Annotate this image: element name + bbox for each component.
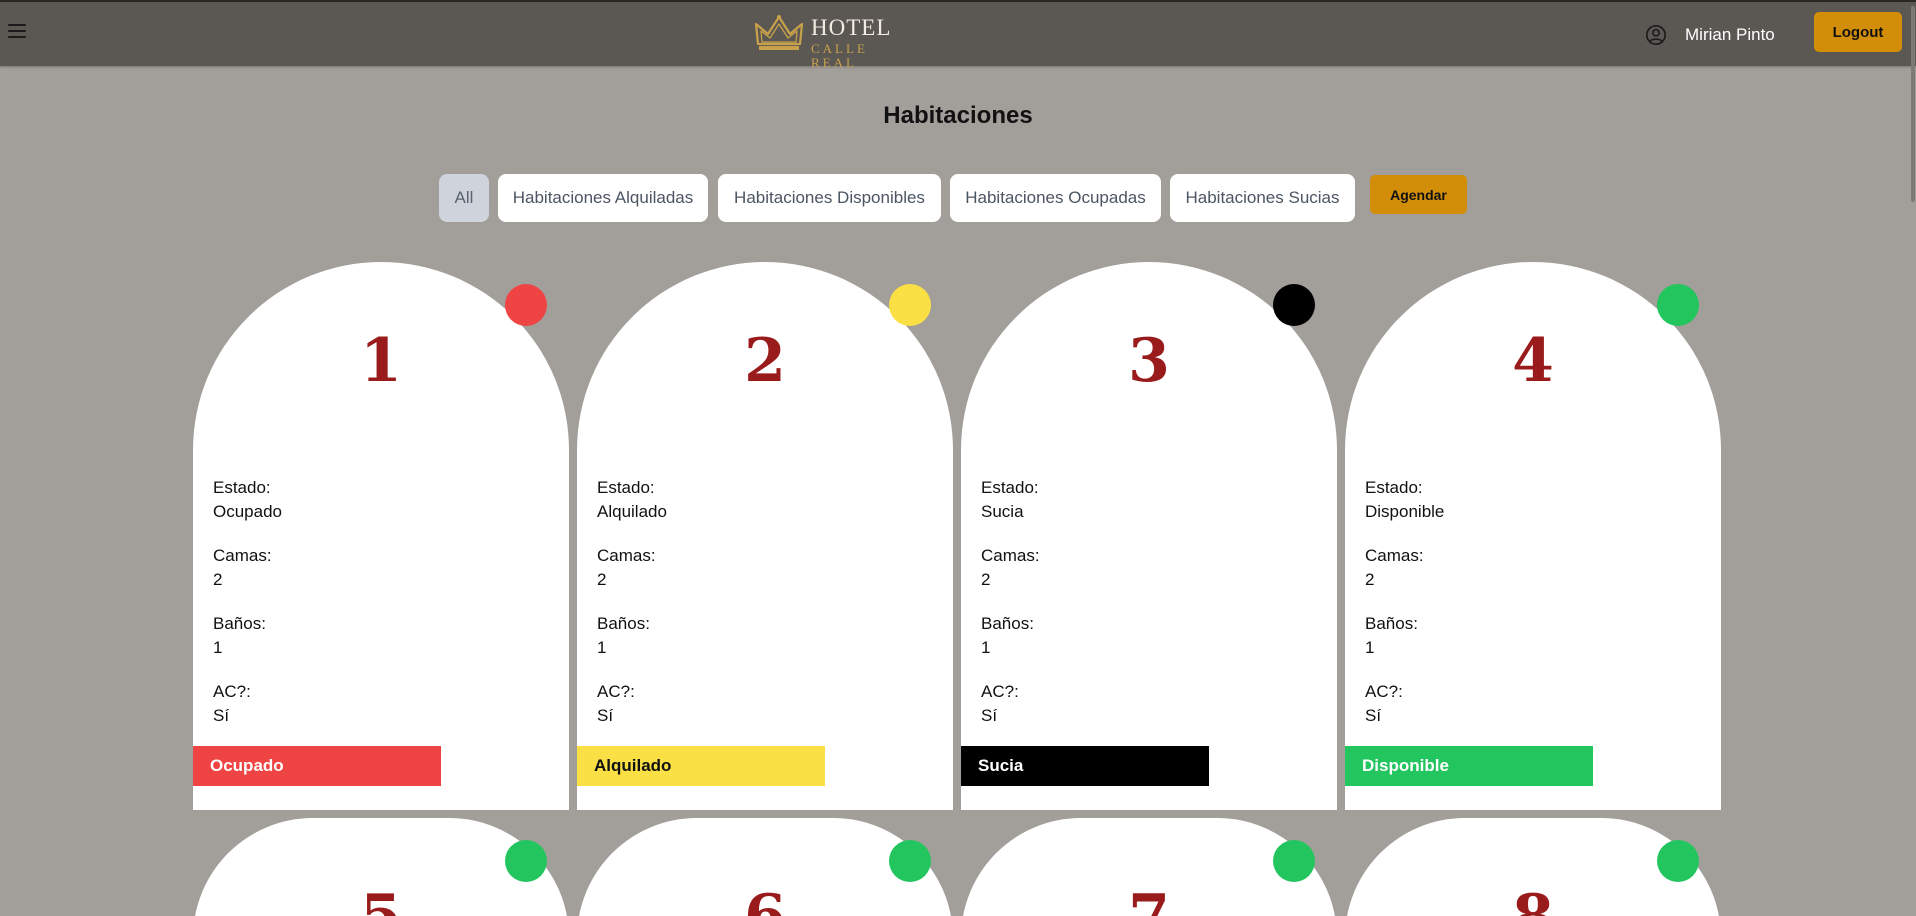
camas-value: 2 [213,570,223,589]
filter-alquiladas-button[interactable]: Habitaciones Alquiladas [498,174,708,222]
banos-value: 1 [213,638,223,657]
logo-subtitle: CALLE REAL [811,41,868,70]
status-badge[interactable]: Sucia [961,746,1209,786]
estado-value: Disponible [1365,502,1445,521]
ac-value: Sí [597,706,614,725]
room-number: 4 [1512,326,1554,396]
ac-value: Sí [1365,706,1382,725]
room-card-2[interactable]: 2 Estado: Alquilado Camas: 2 Baños: 1 AC… [577,262,953,810]
filter-disponibles-button[interactable]: Habitaciones Disponibles [718,174,941,222]
banos-value: 1 [1365,638,1375,657]
room-info: Estado: Disponible Camas: 2 Baños: 1 AC?… [1365,476,1444,748]
navbar: HOTEL CALLE REAL Mirian Pinto Logout [0,2,1916,70]
room-number: 5 [193,884,569,916]
banos-label: Baños: [1365,614,1418,633]
estado-label: Estado: [981,478,1039,497]
status-dot [1657,284,1699,326]
estado-label: Estado: [213,478,271,497]
logout-button[interactable]: Logout [1814,12,1902,52]
status-dot [889,840,931,882]
ac-label: AC?: [213,682,251,701]
camas-label: Camas: [1365,546,1424,565]
status-badge[interactable]: Alquilado [577,746,825,786]
user-name[interactable]: Mirian Pinto [1685,25,1775,45]
banos-value: 1 [597,638,607,657]
room-info: Estado: Sucia Camas: 2 Baños: 1 AC?: Sí [981,476,1040,748]
room-number: 3 [1128,326,1170,396]
room-card-5[interactable]: 5 [193,818,569,916]
room-card-8[interactable]: 8 [1345,818,1721,916]
status-dot [889,284,931,326]
estado-label: Estado: [597,478,655,497]
camas-value: 2 [981,570,991,589]
room-number: 1 [360,326,402,396]
camas-value: 2 [1365,570,1375,589]
room-number: 8 [1345,884,1721,916]
camas-label: Camas: [597,546,656,565]
ac-label: AC?: [1365,682,1403,701]
room-info: Estado: Alquilado Camas: 2 Baños: 1 AC?:… [597,476,667,748]
logo-title: HOTEL [811,15,892,40]
status-badge[interactable]: Ocupado [193,746,441,786]
banos-label: Baños: [597,614,650,633]
ac-label: AC?: [981,682,1019,701]
room-number: 7 [961,884,1337,916]
camas-value: 2 [597,570,607,589]
status-dot [505,284,547,326]
banos-value: 1 [981,638,991,657]
room-card-3[interactable]: 3 Estado: Sucia Camas: 2 Baños: 1 AC?: S… [961,262,1337,810]
camas-label: Camas: [213,546,272,565]
status-dot [505,840,547,882]
user-circle-icon[interactable] [1645,24,1667,46]
room-card-7[interactable]: 7 [961,818,1337,916]
room-number: 2 [744,326,786,396]
status-dot [1657,840,1699,882]
banos-label: Baños: [213,614,266,633]
schedule-button[interactable]: Agendar [1370,175,1467,214]
room-card-4[interactable]: 4 Estado: Disponible Camas: 2 Baños: 1 A… [1345,262,1721,810]
status-dot [1273,284,1315,326]
room-info: Estado: Ocupado Camas: 2 Baños: 1 AC?: S… [213,476,282,748]
filter-ocupadas-button[interactable]: Habitaciones Ocupadas [950,174,1161,222]
camas-label: Camas: [981,546,1040,565]
ac-label: AC?: [597,682,635,701]
ac-value: Sí [981,706,998,725]
room-card-1[interactable]: 1 Estado: Ocupado Camas: 2 Baños: 1 AC?:… [193,262,569,810]
status-dot [1273,840,1315,882]
crown-icon [754,15,804,50]
filter-all-button[interactable]: All [439,174,489,222]
status-badge[interactable]: Disponible [1345,746,1593,786]
page-title: Habitaciones [883,102,1033,129]
estado-value: Sucia [981,502,1024,521]
room-number: 6 [577,884,953,916]
estado-value: Alquilado [597,502,667,521]
filter-bar: All Habitaciones Alquiladas Habitaciones… [439,174,1469,222]
banos-label: Baños: [981,614,1034,633]
filter-sucias-button[interactable]: Habitaciones Sucias [1170,174,1355,222]
estado-label: Estado: [1365,478,1423,497]
estado-value: Ocupado [213,502,282,521]
hotel-logo[interactable]: HOTEL CALLE REAL [754,12,914,70]
hamburger-icon[interactable] [8,24,28,44]
room-card-6[interactable]: 6 [577,818,953,916]
ac-value: Sí [213,706,230,725]
